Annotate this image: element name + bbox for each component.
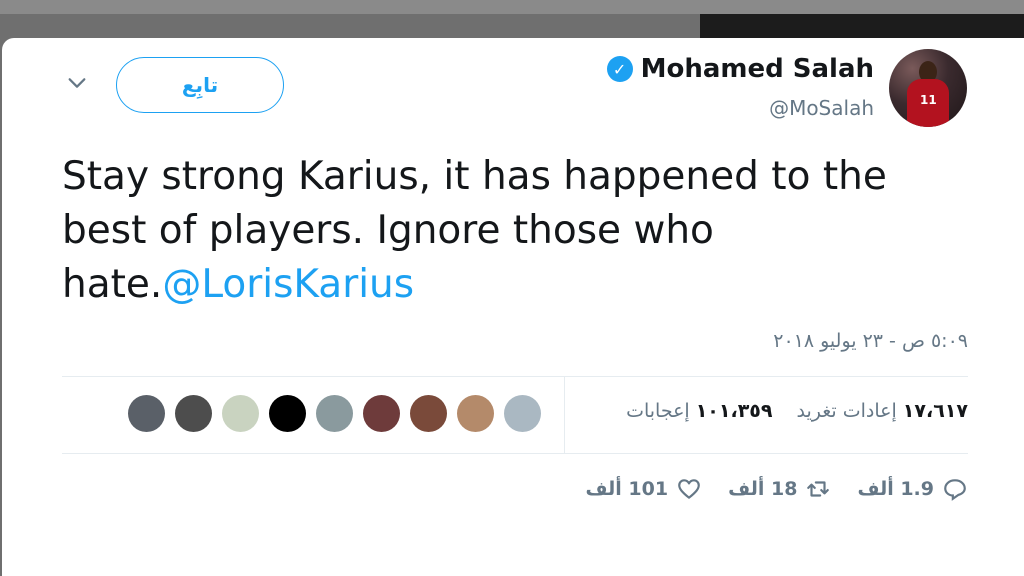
liker-avatar[interactable] — [222, 395, 259, 432]
liker-avatar[interactable] — [410, 395, 447, 432]
retweet-count: 18 ألف — [728, 478, 798, 500]
retweets-label: إعادات تغريد — [796, 400, 897, 422]
author-display-name[interactable]: Mohamed Salah — [641, 54, 874, 84]
tweet-stats: ١٧،٦١٧ إعادات تغريد ١٠١،٣٥٩ إعجابات — [626, 400, 968, 422]
liker-avatar[interactable] — [269, 395, 306, 432]
liker-avatar[interactable] — [457, 395, 494, 432]
liker-avatar[interactable] — [128, 395, 165, 432]
mention-link[interactable]: @LorisKarius — [162, 262, 414, 307]
stats-vertical-divider — [564, 377, 565, 453]
liker-avatar[interactable] — [175, 395, 212, 432]
liker-avatar[interactable] — [363, 395, 400, 432]
author-handle[interactable]: @MoSalah — [769, 96, 874, 120]
divider-bottom — [62, 453, 968, 454]
likes-stat[interactable]: ١٠١،٣٥٩ إعجابات — [626, 400, 772, 422]
author-name-row[interactable]: ✓ Mohamed Salah — [606, 54, 874, 84]
avatar-jersey-number: 11 — [920, 93, 937, 107]
tweet-timestamp[interactable]: ٥:٠٩ ص - ٢٣ يوليو ٢٠١٨ — [773, 330, 968, 352]
likes-count: ١٠١،٣٥٩ — [695, 400, 773, 422]
retweets-count: ١٧،٦١٧ — [902, 400, 968, 422]
follow-button[interactable]: تابِع — [116, 57, 284, 113]
tweet-actions: 1.9 ألف 18 ألف 101 ألف — [586, 476, 968, 502]
chevron-down-icon[interactable] — [66, 72, 88, 94]
retweet-icon — [807, 481, 830, 497]
retweet-action[interactable]: 18 ألف — [728, 476, 831, 502]
author-avatar[interactable]: 11 — [889, 49, 967, 127]
verified-badge-icon: ✓ — [606, 56, 633, 82]
reply-action[interactable]: 1.9 ألف — [857, 476, 968, 502]
likes-label: إعجابات — [626, 400, 690, 422]
divider-top — [62, 376, 968, 377]
likers-avatars — [128, 395, 541, 432]
tweet-text: Stay strong Karius, it has happened to t… — [62, 150, 942, 312]
like-action[interactable]: 101 ألف — [586, 476, 703, 502]
liker-avatar[interactable] — [504, 395, 541, 432]
background-photo-strip — [700, 14, 1024, 38]
retweets-stat[interactable]: ١٧،٦١٧ إعادات تغريد — [797, 400, 968, 422]
browser-top-strip — [0, 0, 1024, 14]
reply-count: 1.9 ألف — [857, 478, 934, 500]
reply-icon — [944, 479, 966, 501]
like-count: 101 ألف — [585, 478, 669, 500]
heart-icon — [678, 479, 700, 499]
liker-avatar[interactable] — [316, 395, 353, 432]
